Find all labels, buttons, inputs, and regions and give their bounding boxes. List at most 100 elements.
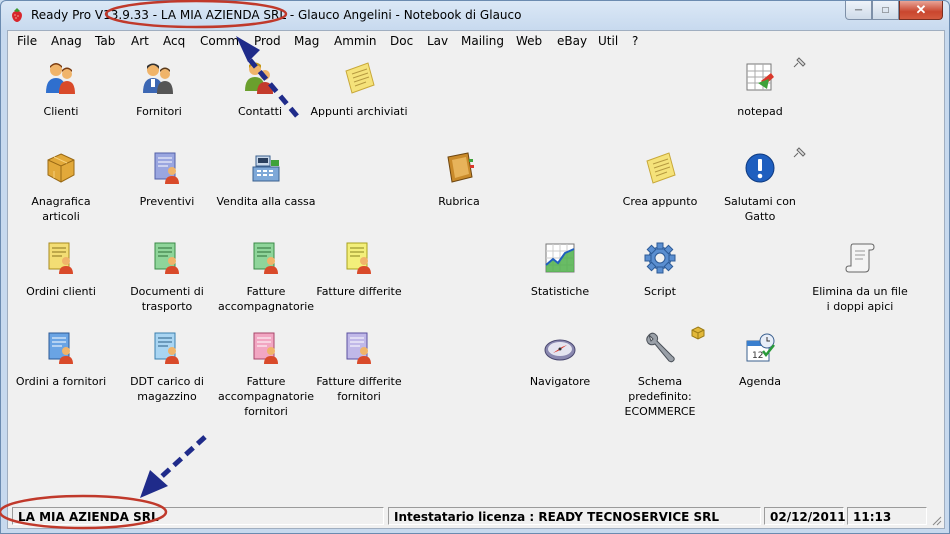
menu-prod[interactable]: Prod <box>254 34 281 48</box>
menu-mag[interactable]: Mag <box>294 34 319 48</box>
menu-tab[interactable]: Tab <box>95 34 115 48</box>
tile-label: Salutami con Gatto <box>724 195 796 223</box>
sticky-note-icon <box>345 62 375 94</box>
info-alert-icon <box>745 153 775 183</box>
tile-label: Fatture differite <box>316 285 402 298</box>
tile-label: Documenti di trasporto <box>130 285 204 313</box>
tile-anagrafica-articoli[interactable]: Anagrafica articoli <box>11 151 111 224</box>
tile-elimina-doppi-apici[interactable]: Elimina da un file i doppi apici <box>810 241 910 314</box>
maximize-button[interactable]: □ <box>872 1 899 20</box>
gear-icon <box>644 242 676 274</box>
tile-label: Rubrica <box>438 195 480 208</box>
tile-script[interactable]: Script <box>610 241 710 299</box>
tile-fatture-acc-fornitori[interactable]: Fatture accompagnatorie fornitori <box>216 331 316 419</box>
tile-label: Statistiche <box>530 285 590 298</box>
invoice-icon <box>253 242 278 274</box>
menu-util[interactable]: Util <box>598 34 618 48</box>
status-bar: LA MIA AZIENDA SRL Intestatario licenza … <box>8 505 944 528</box>
status-date: 02/12/2011 <box>764 507 846 525</box>
tile-fatture-diff-fornitori[interactable]: Fatture differite fornitori <box>309 331 409 404</box>
tile-label: Appunti archiviati <box>310 105 408 118</box>
tile-ordini-fornitori[interactable]: Ordini a fornitori <box>11 331 111 389</box>
wrench-icon <box>646 332 675 363</box>
tile-statistiche[interactable]: Statistiche <box>510 241 610 299</box>
menu-doc[interactable]: Doc <box>390 34 413 48</box>
window-title: Ready Pro V13.9.33 - LA MIA AZIENDA SRL … <box>31 8 522 22</box>
quote-document-icon <box>154 152 179 184</box>
tile-label: DDT carico di magazzino <box>130 375 204 403</box>
notepad-icon <box>746 63 774 91</box>
menu-ammin[interactable]: Ammin <box>334 34 377 48</box>
pin-icon[interactable] <box>791 146 807 160</box>
tile-vendita-cassa[interactable]: Vendita alla cassa <box>216 151 316 209</box>
supplier-invoice-icon <box>253 332 278 364</box>
tile-label: Contatti <box>237 105 283 118</box>
status-time: 11:13 <box>847 507 927 525</box>
menu-file[interactable]: File <box>17 34 37 48</box>
tile-fornitori[interactable]: Fornitori <box>109 61 209 119</box>
tile-crea-appunto[interactable]: Crea appunto <box>610 151 710 209</box>
tile-fatture-differite[interactable]: Fatture differite <box>309 241 409 299</box>
tile-schema-predefinito[interactable]: Schema predefinito: ECOMMERCE <box>610 331 710 419</box>
tile-clienti[interactable]: Clienti <box>11 61 111 119</box>
resize-grip-icon[interactable] <box>930 514 942 526</box>
menu-lav[interactable]: Lav <box>427 34 448 48</box>
compass-icon <box>544 339 576 361</box>
customer-orders-icon <box>48 242 73 274</box>
contacts-icon <box>245 62 273 94</box>
menu-acq[interactable]: Acq <box>163 34 185 48</box>
menu-help[interactable]: ? <box>632 34 638 48</box>
statistics-chart-icon <box>545 243 575 273</box>
menu-anag[interactable]: Anag <box>51 34 82 48</box>
customers-icon <box>46 63 75 94</box>
tile-ddt-carico[interactable]: DDT carico di magazzino <box>117 331 217 404</box>
tile-label: Clienti <box>43 105 79 118</box>
deferred-invoice-icon <box>346 242 371 274</box>
menu-art[interactable]: Art <box>131 34 149 48</box>
menu-web[interactable]: Web <box>516 34 542 48</box>
maximize-icon: □ <box>882 4 889 16</box>
tile-agenda[interactable]: 12 Agenda <box>710 331 810 389</box>
close-icon: ✕ <box>915 2 927 17</box>
sticky-note-icon <box>646 152 676 184</box>
tile-label: Crea appunto <box>622 195 698 208</box>
strawberry-app-icon <box>12 8 22 22</box>
app-window: Ready Pro V13.9.33 - LA MIA AZIENDA SRL … <box>0 0 950 534</box>
tile-rubrica[interactable]: Rubrica <box>409 151 509 209</box>
tile-navigatore[interactable]: Navigatore <box>510 331 610 389</box>
status-company: LA MIA AZIENDA SRL <box>12 507 384 525</box>
minimize-icon: ─ <box>854 4 863 16</box>
pin-icon[interactable] <box>791 56 807 70</box>
menu-comm[interactable]: Comm <box>200 34 239 48</box>
title-bar[interactable]: Ready Pro V13.9.33 - LA MIA AZIENDA SRL … <box>1 1 949 30</box>
warehouse-load-document-icon <box>154 332 179 364</box>
menu-mailing[interactable]: Mailing <box>461 34 504 48</box>
tile-contatti[interactable]: Contatti <box>210 61 310 119</box>
tile-label: Agenda <box>739 375 781 388</box>
menu-ebay[interactable]: eBay <box>557 34 587 48</box>
tile-ordini-clienti[interactable]: Ordini clienti <box>11 241 111 299</box>
close-button[interactable]: ✕ <box>899 1 943 20</box>
tile-label: Elimina da un file i doppi apici <box>812 285 908 313</box>
tile-label: notepad <box>737 105 783 118</box>
tile-label: Ordini clienti <box>26 285 96 298</box>
tile-label: Schema predefinito: ECOMMERCE <box>624 375 696 418</box>
address-book-icon <box>447 152 474 183</box>
tile-salutami[interactable]: Salutami con Gatto <box>710 151 810 224</box>
tile-label: Fatture accompagnatorie <box>217 285 315 313</box>
tile-appunti-archiviati[interactable]: Appunti archiviati <box>309 61 409 119</box>
tile-label: Fatture accompagnatorie fornitori <box>217 375 315 418</box>
tile-label: Preventivi <box>139 195 195 208</box>
svg-text:12: 12 <box>752 351 763 361</box>
boxes-icon <box>47 153 75 183</box>
tile-documenti-trasporto[interactable]: Documenti di trasporto <box>117 241 217 314</box>
cash-register-icon <box>252 155 280 182</box>
scroll-script-icon <box>845 243 875 273</box>
tile-label: Fornitori <box>136 105 182 118</box>
tile-label: Anagrafica articoli <box>31 195 91 223</box>
tile-preventivi[interactable]: Preventivi <box>117 151 217 209</box>
tile-fatture-accompagnatorie[interactable]: Fatture accompagnatorie <box>216 241 316 314</box>
minimize-button[interactable]: ─ <box>845 1 872 20</box>
suppliers-icon <box>143 63 173 94</box>
tile-label: Fatture differite fornitori <box>316 375 402 403</box>
